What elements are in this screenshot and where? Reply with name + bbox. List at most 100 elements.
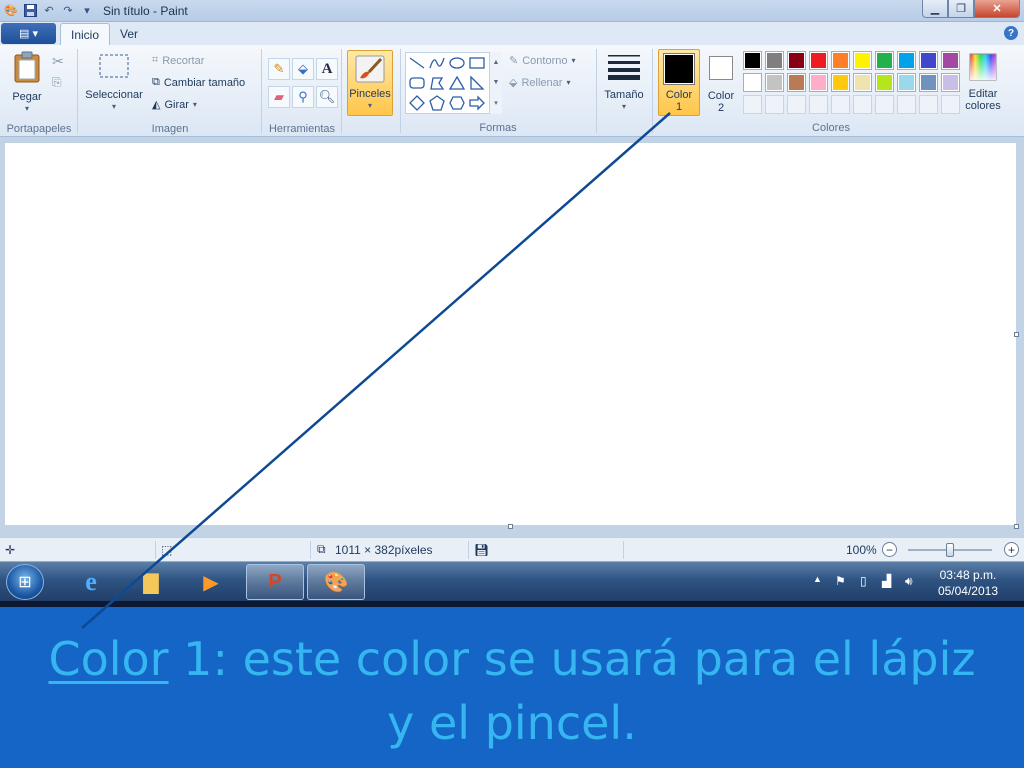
paste-button[interactable]: Pegar ▾	[8, 51, 46, 115]
select-button[interactable]: Seleccionar ▾	[84, 53, 144, 113]
edit-colors-button[interactable]: Editar colores	[962, 53, 1004, 112]
palette-swatch[interactable]	[787, 51, 806, 70]
palette-swatch[interactable]	[875, 51, 894, 70]
curve-shape-icon[interactable]	[428, 54, 446, 72]
crop-button[interactable]: ⌗ Recortar	[152, 54, 204, 67]
quick-access-dropdown-icon[interactable]: ▾	[79, 3, 95, 19]
custom-color-slot[interactable]	[875, 95, 894, 114]
color2-button[interactable]: Color 2	[702, 52, 740, 114]
palette-swatch[interactable]	[831, 51, 850, 70]
text-tool-button[interactable]: A	[316, 58, 338, 80]
maximize-button[interactable]: ❐	[948, 0, 974, 18]
custom-color-slot[interactable]	[831, 95, 850, 114]
paint-app-icon[interactable]: 🎨	[3, 3, 19, 19]
tab-inicio[interactable]: Inicio	[60, 23, 111, 45]
canvas-resize-handle-bottom[interactable]	[508, 524, 513, 529]
fill-tool-button[interactable]: ⬙	[292, 58, 314, 80]
taskbar-paint[interactable]: 🎨	[307, 564, 365, 600]
help-icon[interactable]: ?	[1004, 26, 1018, 40]
palette-swatch[interactable]	[853, 51, 872, 70]
magnifier-tool-button[interactable]: 🔍︎	[316, 86, 338, 108]
palette-swatch[interactable]	[787, 73, 806, 92]
volume-icon[interactable]: 🔊︎	[905, 574, 913, 589]
palette-swatch[interactable]	[831, 73, 850, 92]
size-button[interactable]: Tamaño ▾	[600, 53, 648, 113]
taskbar-internet-explorer[interactable]: e	[62, 564, 120, 600]
custom-color-slot[interactable]	[787, 95, 806, 114]
right-triangle-shape-icon[interactable]	[468, 74, 486, 92]
arrow-shape-icon[interactable]	[468, 94, 486, 112]
rounded-rectangle-shape-icon[interactable]	[408, 74, 426, 92]
minimize-button[interactable]: ▁	[922, 0, 948, 18]
pentagon-shape-icon[interactable]	[428, 94, 446, 112]
expand-gallery-icon[interactable]: ▾	[494, 99, 498, 107]
network-signal-icon[interactable]: ▟	[882, 574, 891, 588]
redo-icon[interactable]: ↷	[60, 3, 76, 19]
shapes-scrollbar[interactable]: ▲ ▼ ▾	[489, 52, 502, 114]
caption-text-1: 1: este color se usará para el lápiz	[168, 632, 976, 686]
taskbar-powerpoint[interactable]: P	[246, 564, 304, 600]
palette-swatch[interactable]	[765, 73, 784, 92]
line-shape-icon[interactable]	[408, 54, 426, 72]
undo-icon[interactable]: ↶	[41, 3, 57, 19]
cut-icon[interactable]: ✂	[52, 53, 64, 70]
hexagon-shape-icon[interactable]	[448, 94, 466, 112]
zoom-in-icon[interactable]: +	[1004, 542, 1019, 557]
title-bar: 🎨 ↶ ↷ ▾ Sin título - Paint ▁ ❐ ✕	[0, 0, 1024, 22]
custom-color-slot[interactable]	[941, 95, 960, 114]
resize-button[interactable]: ⧉ Cambiar tamaño	[152, 76, 245, 89]
zoom-out-icon[interactable]: −	[882, 542, 897, 557]
drawing-canvas[interactable]	[5, 143, 1016, 525]
fill-button[interactable]: ⬙ Rellenar ▾	[509, 76, 570, 90]
palette-swatch[interactable]	[941, 51, 960, 70]
palette-swatch[interactable]	[743, 51, 762, 70]
palette-swatch[interactable]	[875, 73, 894, 92]
palette-swatch[interactable]	[853, 73, 872, 92]
custom-color-slot[interactable]	[919, 95, 938, 114]
scroll-up-icon[interactable]: ▲	[493, 59, 500, 66]
close-button[interactable]: ✕	[974, 0, 1020, 18]
diamond-shape-icon[interactable]	[408, 94, 426, 112]
polygon-shape-icon[interactable]	[428, 74, 446, 92]
system-clock[interactable]: 03:48 p.m. 05/04/2013	[938, 567, 998, 599]
custom-color-slot[interactable]	[809, 95, 828, 114]
zoom-slider-thumb[interactable]	[946, 543, 954, 557]
menu-icon: ▤ ▾	[19, 28, 38, 40]
palette-swatch[interactable]	[743, 73, 762, 92]
palette-swatch[interactable]	[941, 73, 960, 92]
show-hidden-icons-icon[interactable]: ▲	[813, 574, 822, 584]
palette-swatch[interactable]	[919, 51, 938, 70]
taskbar-media-player[interactable]: ▶	[182, 564, 240, 600]
canvas-resize-handle-right[interactable]	[1014, 332, 1019, 337]
custom-color-slot[interactable]	[897, 95, 916, 114]
rectangle-shape-icon[interactable]	[468, 54, 486, 72]
canvas-resize-handle-corner[interactable]	[1014, 524, 1019, 529]
taskbar-file-explorer[interactable]: ▇	[122, 564, 180, 600]
custom-color-slot[interactable]	[853, 95, 872, 114]
color1-button[interactable]: Color 1	[658, 49, 700, 116]
oval-shape-icon[interactable]	[448, 54, 466, 72]
eraser-tool-button[interactable]: ▰	[268, 86, 290, 108]
outline-button[interactable]: ✎ Contorno ▾	[509, 54, 576, 68]
tab-ver[interactable]: Ver	[110, 23, 148, 45]
start-button[interactable]: ⊞	[6, 564, 44, 600]
scroll-down-icon[interactable]: ▼	[493, 79, 500, 86]
action-center-flag-icon[interactable]: ⚑	[835, 574, 846, 588]
palette-swatch[interactable]	[809, 73, 828, 92]
save-icon[interactable]	[22, 3, 38, 19]
battery-icon[interactable]: ▯	[860, 574, 867, 588]
paint-menu-button[interactable]: ▤ ▾	[1, 23, 56, 44]
custom-color-slot[interactable]	[743, 95, 762, 114]
palette-swatch[interactable]	[919, 73, 938, 92]
color-picker-tool-button[interactable]: ⚲	[292, 86, 314, 108]
copy-icon[interactable]: ⎘	[52, 75, 62, 90]
palette-swatch[interactable]	[897, 51, 916, 70]
rotate-button[interactable]: ◭ Girar ▾	[152, 98, 197, 112]
triangle-shape-icon[interactable]	[448, 74, 466, 92]
custom-color-slot[interactable]	[765, 95, 784, 114]
palette-swatch[interactable]	[897, 73, 916, 92]
palette-swatch[interactable]	[809, 51, 828, 70]
palette-swatch[interactable]	[765, 51, 784, 70]
brushes-button[interactable]: Pinceles ▾	[347, 50, 393, 116]
pencil-tool-button[interactable]: ✎	[268, 58, 290, 80]
